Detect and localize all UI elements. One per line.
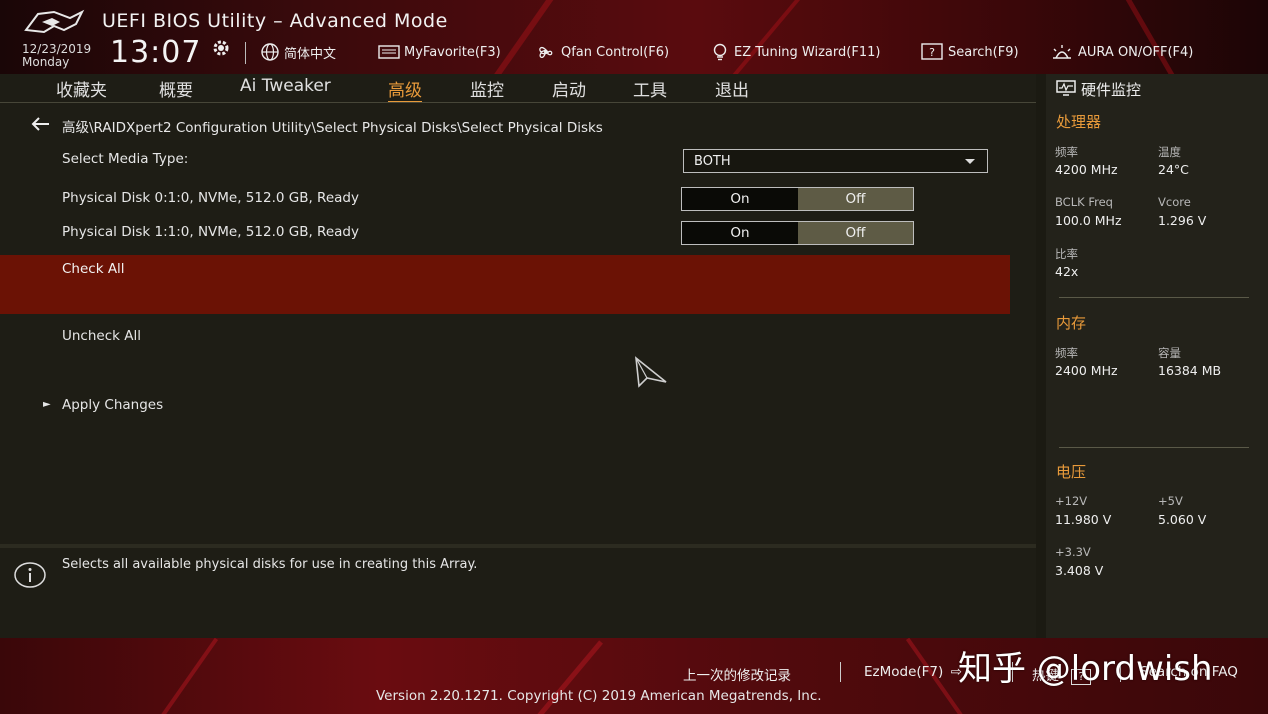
uncheck-all-item[interactable]: Uncheck All	[62, 328, 141, 344]
disk0-on-option[interactable]: On	[682, 188, 798, 210]
qfan-control-button[interactable]: Qfan Control(F6)	[535, 42, 669, 62]
v12-label: +12V	[1055, 494, 1088, 508]
globe-icon	[261, 43, 279, 61]
memory-section-title: 内存	[1056, 314, 1087, 332]
myfavorite-button[interactable]: MyFavorite(F3)	[378, 42, 501, 62]
tab-monitor[interactable]: 监控	[470, 76, 504, 101]
disk0-off-option[interactable]: Off	[798, 188, 913, 210]
cpu-section-title: 处理器	[1056, 113, 1102, 131]
vcore-label: Vcore	[1158, 195, 1191, 209]
media-type-label: Select Media Type:	[62, 151, 189, 167]
language-button[interactable]: 简体中文	[260, 42, 336, 62]
header-bar: UEFI BIOS Utility – Advanced Mode 12/23/…	[0, 0, 1268, 74]
weekday-text: Monday	[22, 55, 70, 69]
bclk-value: 100.0 MHz	[1055, 213, 1122, 228]
footer-divider	[840, 662, 841, 682]
chevron-down-icon	[965, 159, 975, 164]
header-decoration	[717, 0, 824, 74]
ratio-label: 比率	[1055, 247, 1078, 261]
footer-decoration	[145, 638, 219, 714]
apply-changes-item[interactable]: Apply Changes	[62, 397, 163, 413]
monitor-icon	[1056, 80, 1076, 96]
ez-tuning-wizard-label: EZ Tuning Wizard(F11)	[734, 44, 881, 60]
version-text: Version 2.20.1271. Copyright (C) 2019 Am…	[376, 688, 822, 704]
mouse-cursor-icon	[634, 356, 667, 388]
keyboard-icon	[378, 45, 400, 59]
help-text: Selects all available physical disks for…	[62, 557, 478, 572]
mem-freq-value: 2400 MHz	[1055, 363, 1118, 378]
disk0-toggle[interactable]: On Off	[681, 187, 914, 211]
monitor-divider	[1059, 447, 1249, 448]
time-display: 13:07	[110, 35, 202, 70]
disk1-label: Physical Disk 1:1:0, NVMe, 512.0 GB, Rea…	[62, 224, 359, 240]
hardware-monitor-panel: 硬件监控 处理器 频率 4200 MHz 温度 24°C BCLK Freq 1…	[1046, 74, 1268, 638]
tab-favorites[interactable]: 收藏夹	[56, 76, 107, 101]
mem-capacity-value: 16384 MB	[1158, 363, 1222, 378]
search-button[interactable]: ? Search(F9)	[920, 42, 1019, 62]
mem-freq-label: 频率	[1055, 346, 1078, 360]
info-icon	[14, 562, 46, 588]
tab-divider	[0, 102, 1036, 103]
v12-value: 11.980 V	[1055, 512, 1112, 527]
language-label: 简体中文	[284, 46, 337, 62]
svg-text:?: ?	[929, 46, 935, 59]
vcore-value: 1.296 V	[1158, 213, 1207, 228]
cpu-freq-value: 4200 MHz	[1055, 162, 1118, 177]
app-title: UEFI BIOS Utility – Advanced Mode	[102, 10, 448, 32]
tab-bar: 收藏夹 概要 Ai Tweaker 高级 监控 启动 工具 退出	[0, 74, 1036, 103]
mem-capacity-label: 容量	[1158, 346, 1181, 360]
check-all-label[interactable]: Check All	[62, 261, 125, 277]
v33-value: 3.408 V	[1055, 563, 1104, 578]
monitor-divider	[1059, 297, 1249, 298]
aura-label: AURA ON/OFF(F4)	[1078, 44, 1194, 60]
header-decoration	[479, 0, 565, 74]
ezmode-label: EzMode(F7)	[864, 664, 944, 680]
myfavorite-label: MyFavorite(F3)	[404, 44, 501, 60]
tab-advanced[interactable]: 高级	[388, 76, 422, 103]
search-label: Search(F9)	[948, 44, 1019, 60]
disk1-toggle[interactable]: On Off	[681, 221, 914, 245]
ratio-value: 42x	[1055, 264, 1079, 279]
fan-icon	[539, 46, 553, 59]
cpu-temp-value: 24°C	[1158, 162, 1189, 177]
check-all-row[interactable]	[0, 255, 1010, 314]
aura-toggle-button[interactable]: AURA ON/OFF(F4)	[1050, 42, 1193, 62]
aura-icon	[1053, 45, 1071, 59]
ezmode-button[interactable]: EzMode(F7) ⇨	[864, 664, 962, 680]
qfan-control-label: Qfan Control(F6)	[561, 44, 670, 60]
monitor-title: 硬件监控	[1081, 81, 1142, 99]
disk0-label: Physical Disk 0:1:0, NVMe, 512.0 GB, Rea…	[62, 190, 359, 206]
media-type-value: BOTH	[694, 153, 731, 169]
cpu-freq-label: 频率	[1055, 145, 1078, 159]
rog-logo-icon	[24, 9, 85, 34]
tab-tool[interactable]: 工具	[633, 76, 667, 101]
lightbulb-icon	[713, 43, 727, 61]
bclk-label: BCLK Freq	[1055, 195, 1113, 209]
media-type-select[interactable]: BOTH	[683, 149, 988, 173]
header-decoration	[1120, 0, 1185, 74]
submenu-arrow-icon: ►	[43, 399, 51, 410]
header-divider	[245, 42, 246, 64]
tab-overview[interactable]: 概要	[159, 76, 193, 101]
last-changes-button[interactable]: 上一次的修改记录	[683, 664, 791, 684]
search-help-icon: ?	[921, 43, 943, 60]
v33-label: +3.3V	[1055, 545, 1091, 559]
v5-label: +5V	[1158, 494, 1183, 508]
watermark-text: 知乎 @lordwish	[958, 649, 1213, 689]
gear-icon[interactable]	[211, 38, 231, 58]
tab-boot[interactable]: 启动	[552, 76, 586, 101]
tab-exit[interactable]: 退出	[715, 76, 749, 101]
tab-ai-tweaker[interactable]: Ai Tweaker	[240, 76, 331, 96]
back-arrow-icon[interactable]	[30, 116, 52, 132]
cpu-temp-label: 温度	[1158, 145, 1181, 159]
help-panel: Selects all available physical disks for…	[0, 544, 1036, 638]
ez-tuning-wizard-button[interactable]: EZ Tuning Wizard(F11)	[710, 42, 880, 62]
footer-bar: 上一次的修改记录 EzMode(F7) ⇨ 热键 ? Search on FAQ…	[0, 638, 1268, 714]
voltage-section-title: 电压	[1056, 463, 1087, 481]
v5-value: 5.060 V	[1158, 512, 1207, 527]
breadcrumb: 高级\RAIDXpert2 Configuration Utility\Sele…	[62, 120, 603, 136]
date-display: 12/23/2019 Monday	[22, 43, 91, 69]
disk1-off-option[interactable]: Off	[798, 222, 913, 244]
disk1-on-option[interactable]: On	[682, 222, 798, 244]
